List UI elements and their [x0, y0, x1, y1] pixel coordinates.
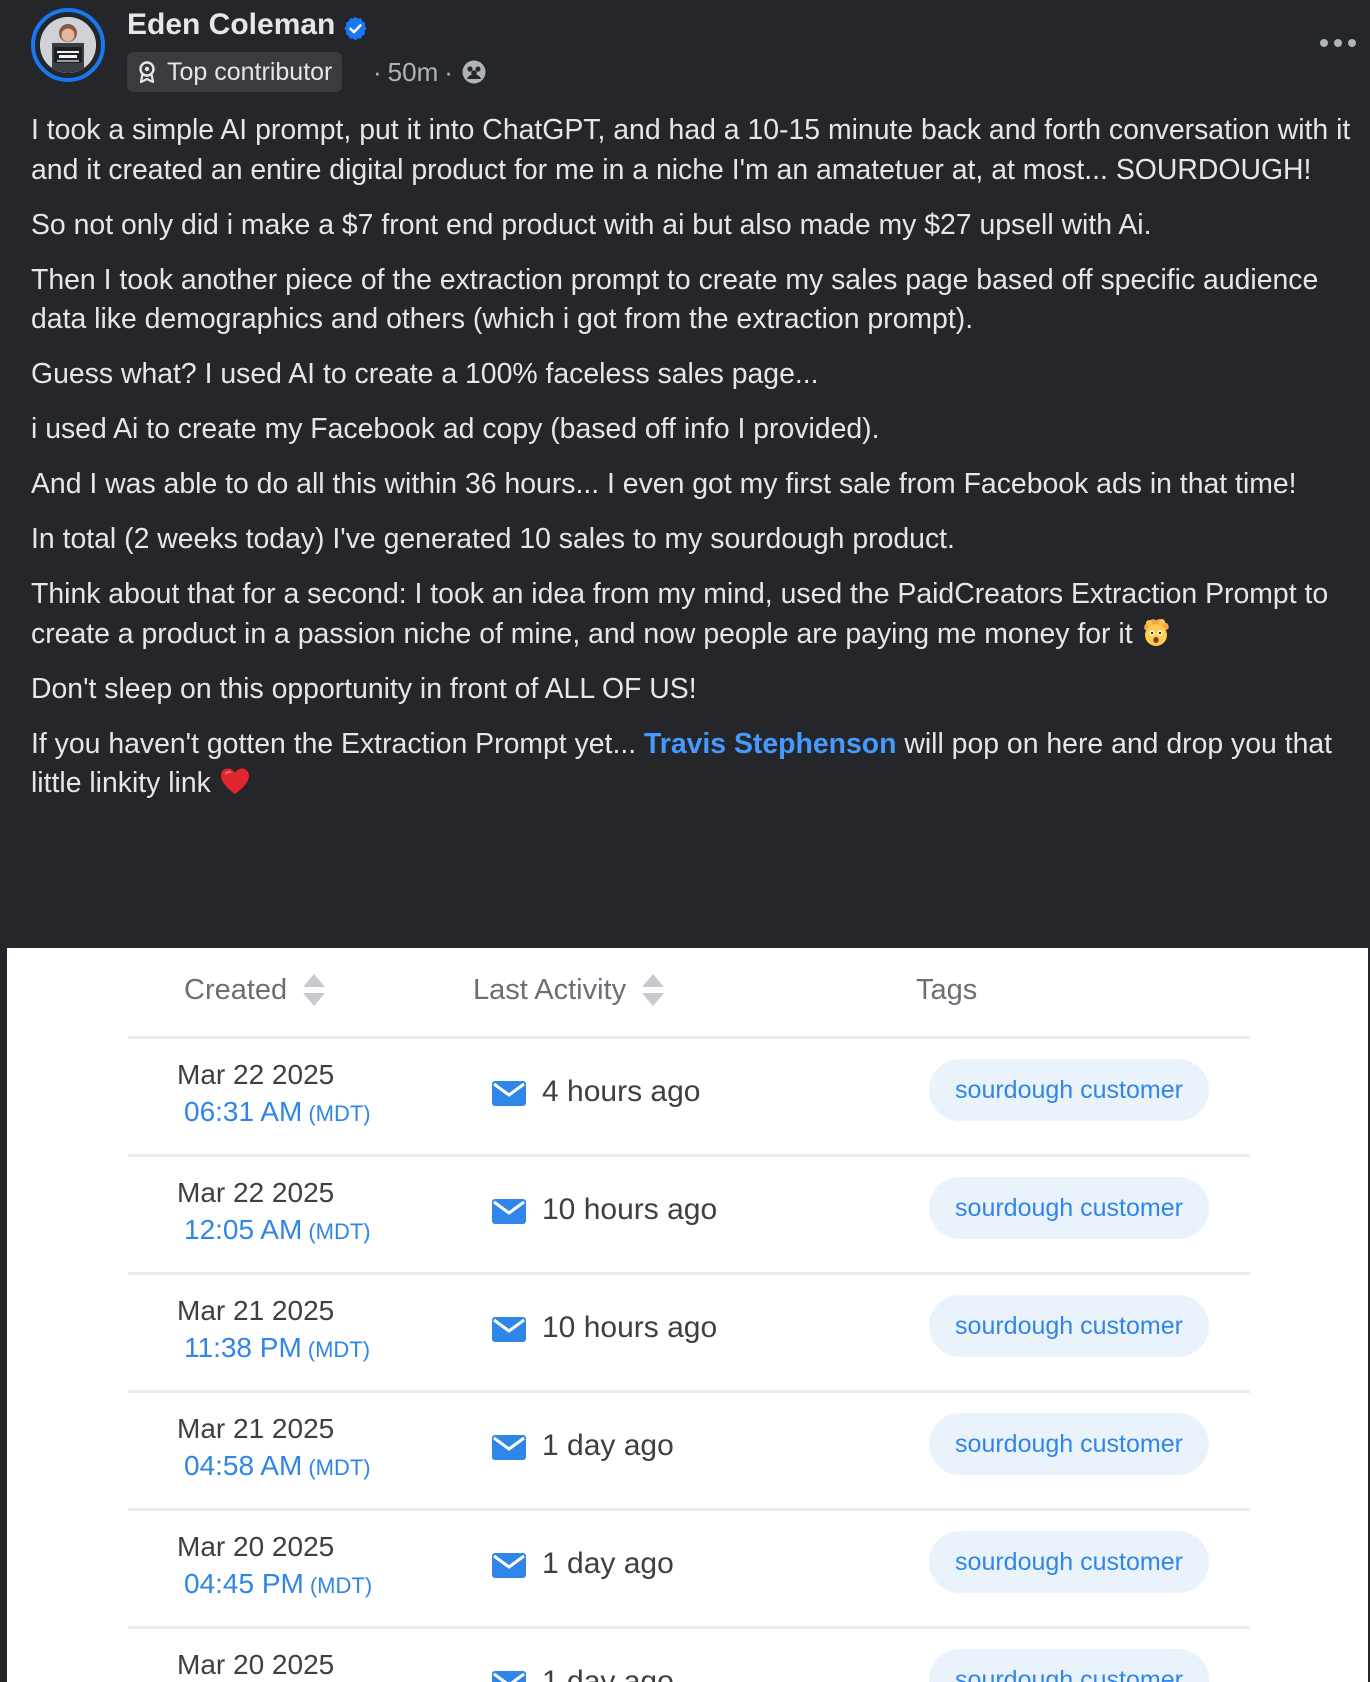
time-value: 06:31 AM — [184, 1096, 303, 1127]
sort-icon — [642, 974, 665, 1006]
table-row[interactable]: Mar 22 2025 12:05 AM (MDT) 10 hours ago s… — [128, 1154, 1250, 1273]
mention-link[interactable]: Travis Stephenson — [644, 728, 896, 760]
tag-pill[interactable]: sourdough customer — [929, 1059, 1209, 1121]
created-date: Mar 22 2025 — [177, 1177, 335, 1208]
post-paragraph: So not only did i make a $7 front end pr… — [31, 208, 1152, 241]
time-zone: (MDT) — [308, 1101, 371, 1126]
post-paragraph: Guess what? I used AI to create a 100% f… — [31, 358, 819, 390]
table-row[interactable]: Mar 21 2025 11:38 PM (MDT) 10 hours ago s… — [128, 1272, 1250, 1391]
sort-icon — [303, 974, 326, 1006]
post-paragraph: In total (2 weeks today) I've generated … — [31, 523, 955, 555]
created-time: 04:58 AM (MDT) — [184, 1450, 371, 1482]
time-zone: (MDT) — [309, 1573, 373, 1598]
last-activity: 1 day ago — [542, 1547, 674, 1580]
more-options-icon[interactable] — [1318, 33, 1358, 53]
top-contributor-badge[interactable]: Top contributor — [127, 52, 343, 92]
column-header-label: Created — [184, 973, 288, 1006]
tag-pill[interactable]: sourdough customer — [929, 1177, 1209, 1239]
tag-pill[interactable]: sourdough customer — [929, 1413, 1209, 1475]
last-activity: 4 hours ago — [542, 1075, 701, 1108]
author-avatar[interactable] — [31, 8, 105, 82]
badge-label: Top contributor — [167, 57, 333, 86]
author-name[interactable]: Eden Coleman — [127, 8, 335, 42]
column-header-last-activity[interactable]: Last Activity — [473, 970, 666, 1010]
post-body: I took a simple AI prompt, put it into C… — [31, 111, 1351, 819]
time-value: 04:45 PM — [184, 1568, 304, 1599]
tag-pill[interactable]: sourdough customer — [929, 1295, 1209, 1357]
group-audience-icon — [462, 60, 486, 84]
mail-icon — [492, 1435, 526, 1460]
column-header-label: Last Activity — [473, 973, 627, 1006]
post-paragraph: I took a simple AI prompt, put it into C… — [31, 114, 1351, 186]
created-time: 06:31 AM (MDT) — [184, 1096, 371, 1128]
post-paragraph: Don't sleep on this opportunity in front… — [31, 672, 697, 705]
column-header-created[interactable]: Created — [184, 970, 327, 1010]
created-time: 12:05 AM (MDT) — [184, 1214, 371, 1246]
column-header-tags: Tags — [916, 970, 977, 1010]
meta-separator: · — [373, 56, 382, 87]
mail-icon — [492, 1081, 526, 1106]
mail-icon — [492, 1317, 526, 1342]
post-meta: · 50m · — [367, 52, 487, 92]
mail-icon — [492, 1199, 526, 1224]
created-time: 11:38 PM (MDT) — [184, 1332, 370, 1364]
created-date: Mar 21 2025 — [177, 1413, 335, 1444]
tag-pill[interactable]: sourdough customer — [929, 1531, 1209, 1593]
time-value: 12:05 AM — [184, 1214, 303, 1245]
last-activity: 1 day ago — [542, 1665, 674, 1682]
verified-badge-icon — [344, 16, 367, 41]
avatar-image — [40, 17, 96, 73]
created-date: Mar 21 2025 — [177, 1295, 335, 1326]
created-date: Mar 20 2025 — [177, 1649, 335, 1680]
post-paragraph-with-emoji: Think about that for a second: I took an… — [31, 575, 1351, 654]
mail-icon — [492, 1671, 526, 1682]
tag-pill[interactable]: sourdough customer — [929, 1649, 1209, 1682]
table-row[interactable]: Mar 21 2025 04:58 AM (MDT) 1 day ago sour… — [128, 1390, 1250, 1509]
post-header: Eden Coleman Top contributor · 50m · — [0, 0, 1370, 100]
attached-screenshot[interactable]: Created Last Activity Tags Mar 22 2025 0… — [7, 948, 1368, 1682]
exploding-head-emoji — [1144, 618, 1170, 646]
post-paragraph: i used Ai to create my Facebook ad copy … — [31, 413, 880, 445]
post-timestamp[interactable]: 50m — [388, 57, 439, 88]
table-row[interactable]: Mar 20 2025 1 day ago sourdough customer — [128, 1626, 1250, 1682]
column-header-label: Tags — [916, 973, 978, 1006]
last-activity: 1 day ago — [542, 1429, 674, 1462]
last-activity: 10 hours ago — [542, 1311, 718, 1344]
post-paragraph-with-mention: If you haven't gotten the Extraction Pro… — [31, 725, 1351, 804]
table-row[interactable]: Mar 22 2025 06:31 AM (MDT) 4 hours ago so… — [128, 1036, 1250, 1155]
created-date: Mar 22 2025 — [177, 1059, 335, 1090]
table-row[interactable]: Mar 20 2025 04:45 PM (MDT) 1 day ago sour… — [128, 1508, 1250, 1627]
created-time: 04:45 PM (MDT) — [184, 1568, 372, 1600]
post-paragraph-text: Think about that for a second: I took an… — [31, 578, 1329, 650]
time-zone: (MDT) — [308, 1219, 371, 1244]
time-value: 04:58 AM — [184, 1450, 303, 1481]
time-zone: (MDT) — [308, 1455, 371, 1480]
post-paragraph: Then I took another piece of the extract… — [31, 263, 1319, 336]
red-heart-emoji — [220, 768, 249, 794]
created-date: Mar 20 2025 — [177, 1531, 335, 1562]
mail-icon — [492, 1553, 526, 1578]
post-paragraph: And I was able to do all this within 36 … — [31, 468, 1297, 500]
last-activity: 10 hours ago — [542, 1193, 718, 1226]
contributor-badge-icon — [139, 61, 155, 83]
time-zone: (MDT) — [307, 1337, 371, 1362]
post-paragraph-text: If you haven't gotten the Extraction Pro… — [31, 727, 644, 760]
time-value: 11:38 PM — [184, 1332, 302, 1363]
meta-separator: · — [444, 56, 453, 87]
